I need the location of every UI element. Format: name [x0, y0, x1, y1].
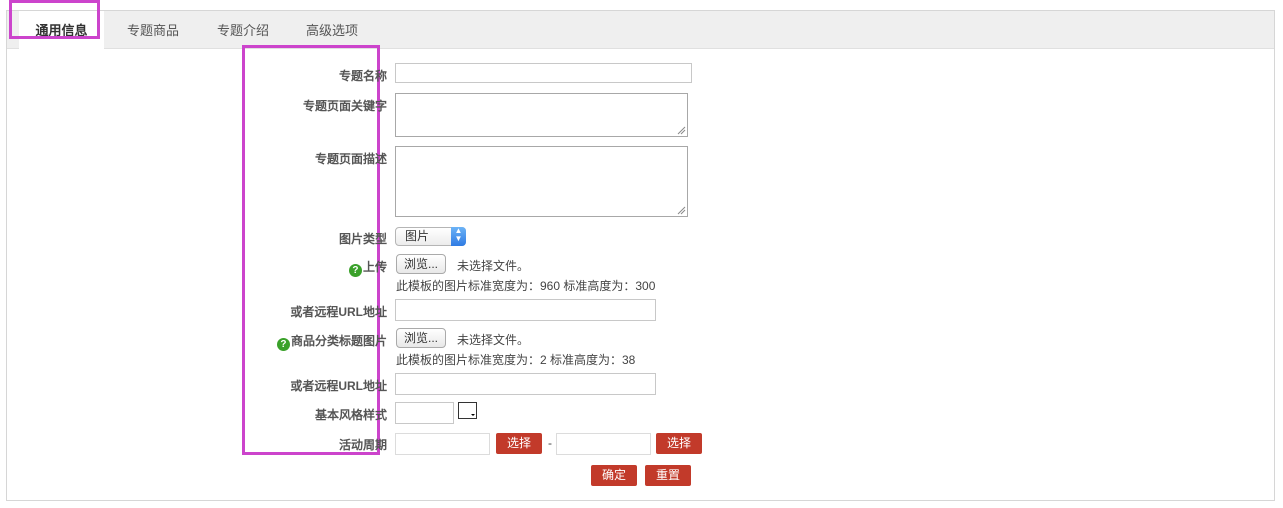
style-input[interactable]: [395, 402, 454, 424]
help-icon[interactable]: ?: [348, 264, 362, 277]
topic-name-input[interactable]: [395, 63, 692, 83]
label-keywords: 专题页面关键字: [302, 99, 387, 113]
tab-advanced-options[interactable]: 高级选项: [292, 11, 372, 49]
image-type-selected: 图片: [405, 229, 430, 243]
label-category-image-text: 商品分类标题图片: [290, 334, 387, 348]
remote-url-input-2[interactable]: [395, 373, 656, 395]
period-start-input[interactable]: [395, 433, 490, 455]
dropdown-arrow-icon: [471, 414, 475, 416]
label-upload: ? 上传: [348, 258, 387, 277]
select-arrows-icon: ▲ ▼: [451, 227, 466, 246]
label-topic-name: 专题名称: [338, 69, 387, 83]
period-start-select-button[interactable]: 选择: [496, 433, 542, 454]
resize-grip-icon[interactable]: [677, 126, 686, 135]
period-end-select-button[interactable]: 选择: [656, 433, 702, 454]
help-icon[interactable]: ?: [276, 338, 290, 351]
period-end-input[interactable]: [556, 433, 651, 455]
upload-no-file-text: 未选择文件。: [457, 259, 530, 273]
reset-button[interactable]: 重置: [645, 465, 691, 486]
tab-bar: 通用信息 专题商品 专题介绍 高级选项: [7, 11, 1274, 50]
keywords-textarea[interactable]: [395, 93, 688, 137]
image-type-select[interactable]: 图片 ▲ ▼: [395, 227, 466, 246]
upload-browse-button[interactable]: 浏览...: [396, 254, 447, 274]
label-remote-url-2: 或者远程URL地址: [290, 379, 387, 393]
form-panel: 通用信息 专题商品 专题介绍 高级选项: [6, 10, 1275, 501]
color-picker-button[interactable]: [458, 402, 477, 419]
label-period: 活动周期: [338, 438, 387, 452]
label-remote-url-1: 或者远程URL地址: [290, 305, 387, 319]
tab-general-info[interactable]: 通用信息: [19, 11, 104, 50]
remote-url-input-1[interactable]: [395, 299, 656, 321]
resize-grip-icon[interactable]: [677, 206, 686, 215]
label-description: 专题页面描述: [314, 152, 387, 166]
description-textarea[interactable]: [395, 146, 688, 217]
label-image-type: 图片类型: [338, 232, 387, 246]
tab-topic-products[interactable]: 专题商品: [113, 11, 193, 49]
label-style: 基本风格样式: [314, 408, 387, 422]
upload-size-hint: 此模板的图片标准宽度为：960 标准高度为：300: [396, 279, 656, 293]
category-image-no-file-text: 未选择文件。: [457, 333, 530, 347]
tab-topic-intro[interactable]: 专题介绍: [203, 11, 283, 49]
label-upload-text: 上传: [362, 260, 387, 274]
category-image-size-hint: 此模板的图片标准宽度为：2 标准高度为：38: [396, 353, 636, 367]
period-separator: -: [548, 436, 552, 450]
confirm-button[interactable]: 确定: [591, 465, 637, 486]
category-image-browse-button[interactable]: 浏览...: [396, 328, 447, 348]
label-category-image: ? 商品分类标题图片: [276, 332, 387, 351]
